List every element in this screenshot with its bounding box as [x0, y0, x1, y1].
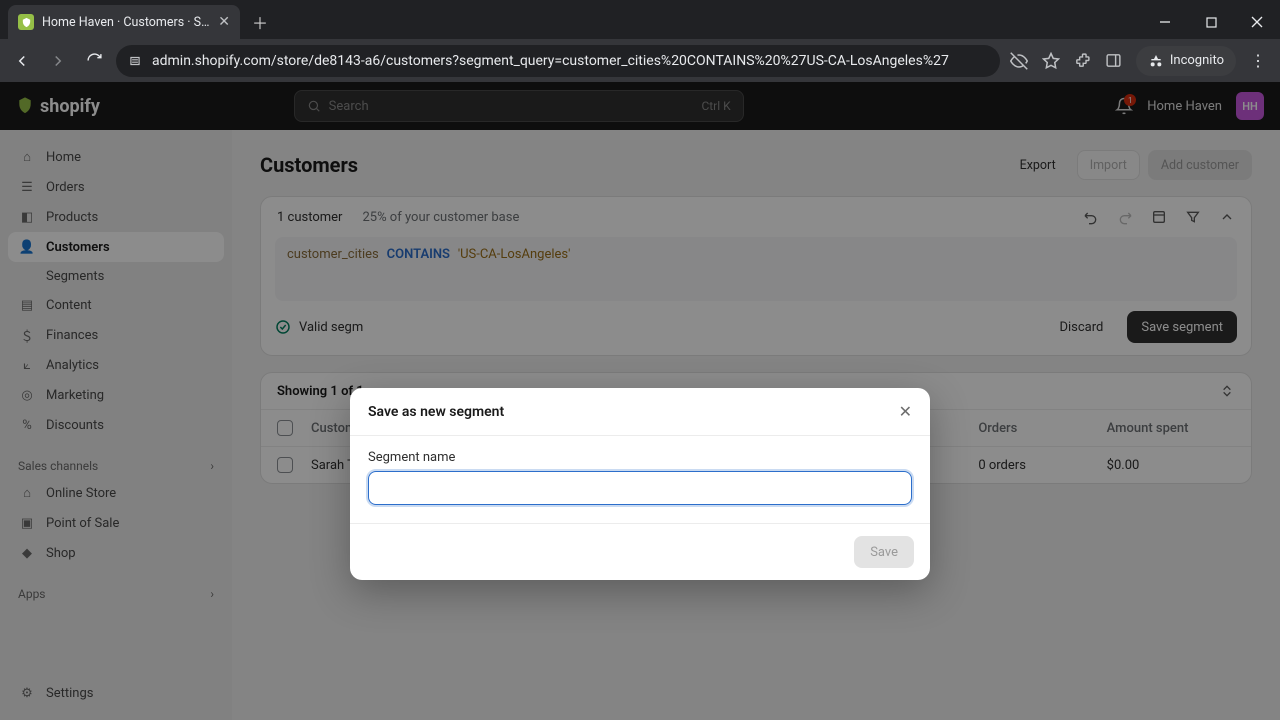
save-segment-modal: Save as new segment ✕ Segment name Save [350, 388, 930, 580]
modal-title: Save as new segment [368, 404, 504, 420]
segment-name-label: Segment name [368, 450, 912, 465]
address-bar[interactable]: admin.shopify.com/store/de8143-a6/custom… [116, 45, 1000, 77]
incognito-badge[interactable]: Incognito [1136, 46, 1236, 76]
close-icon[interactable]: ✕ [899, 402, 912, 421]
window-controls [1142, 5, 1280, 39]
close-icon[interactable]: ✕ [218, 14, 230, 30]
incognito-icon [1148, 53, 1164, 69]
kebab-icon[interactable]: ⋮ [1250, 51, 1266, 70]
save-button[interactable]: Save [854, 536, 914, 568]
eye-off-icon[interactable] [1010, 52, 1028, 70]
minimize-icon[interactable] [1142, 5, 1188, 39]
forward-icon[interactable] [44, 47, 72, 75]
shopify-favicon [18, 14, 34, 30]
browser-tab[interactable]: Home Haven · Customers · Sho ✕ [8, 5, 240, 39]
new-tab-button[interactable]: ＋ [246, 8, 274, 36]
tab-title: Home Haven · Customers · Sho [42, 15, 210, 30]
url-text: admin.shopify.com/store/de8143-a6/custom… [152, 53, 988, 69]
back-icon[interactable] [8, 47, 36, 75]
reload-icon[interactable] [80, 47, 108, 75]
site-info-icon [128, 54, 142, 68]
panel-icon[interactable] [1105, 52, 1122, 69]
extensions-icon[interactable] [1074, 52, 1091, 69]
segment-name-input[interactable] [368, 471, 912, 505]
window-close-icon[interactable] [1234, 5, 1280, 39]
star-icon[interactable] [1042, 52, 1060, 70]
maximize-icon[interactable] [1188, 5, 1234, 39]
incognito-label: Incognito [1170, 53, 1224, 68]
browser-tabstrip: Home Haven · Customers · Sho ✕ ＋ [0, 0, 1280, 39]
browser-toolbar: admin.shopify.com/store/de8143-a6/custom… [0, 39, 1280, 82]
